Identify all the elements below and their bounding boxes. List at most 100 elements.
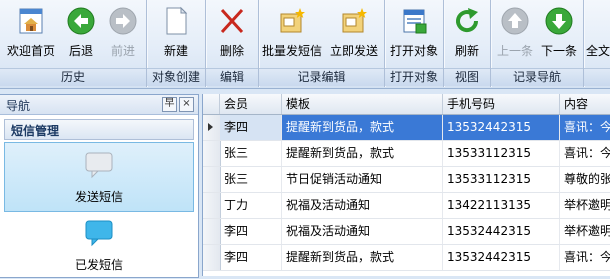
nav-item-send-sms[interactable]: 发送短信	[4, 142, 194, 212]
refresh-label: 刷新	[454, 44, 479, 58]
cell-phone[interactable]: 13533112315	[443, 167, 560, 192]
prev-record-button[interactable]: 上一条	[493, 4, 537, 66]
grid-header: 会员 模板 手机号码 内容	[203, 94, 610, 115]
column-header-member[interactable]: 会员	[220, 94, 282, 114]
row-header[interactable]	[203, 193, 221, 218]
column-header-content[interactable]: 内容	[560, 94, 610, 114]
cell-member[interactable]: 李四	[220, 245, 282, 270]
open-object-button[interactable]: 打开对象	[387, 4, 441, 66]
cell-member[interactable]: 丁力	[220, 193, 282, 218]
table-row[interactable]: 李四 提醒新到货品，款式 13532442315 喜讯：今	[203, 245, 610, 271]
next-record-label: 下一条	[540, 44, 577, 58]
new-button[interactable]: 新建	[149, 4, 203, 66]
group-record-edit: 批量发短信 立即发送 记录编辑	[259, 0, 385, 87]
cell-member[interactable]: 李四	[220, 219, 282, 244]
row-header[interactable]	[203, 219, 221, 244]
cell-content[interactable]: 举杯邀明	[560, 219, 610, 244]
group-view-label: 视图	[444, 68, 490, 86]
group-history-label: 历史	[0, 68, 146, 86]
cell-template[interactable]: 提醒新到货品，款式	[282, 115, 443, 140]
table-row[interactable]: 丁力 祝福及活动通知 13422113135 举杯邀明	[203, 193, 610, 219]
group-record-nav: 上一条 下一条 记录导航	[491, 0, 584, 87]
refresh-icon	[456, 8, 479, 33]
cell-template[interactable]: 提醒新到货品，款式	[282, 141, 443, 166]
refresh-button[interactable]: 刷新	[446, 4, 488, 66]
cell-content[interactable]: 喜讯：今	[560, 141, 610, 166]
next-record-button[interactable]: 下一条	[537, 4, 581, 66]
row-header-corner	[203, 94, 220, 114]
home-button[interactable]: 欢迎首页	[2, 4, 60, 66]
cell-template[interactable]: 祝福及活动通知	[282, 219, 443, 244]
new-label: 新建	[163, 44, 188, 58]
cell-content[interactable]: 喜讯：今	[560, 115, 610, 140]
nav-section-sms[interactable]: 短信管理	[4, 119, 194, 140]
home-page-icon	[19, 8, 43, 34]
send-now-button[interactable]: 立即发送	[325, 4, 383, 66]
group-edit: 删除 编辑	[206, 0, 259, 87]
navigation-pane: 导航 早 × 短信管理 发送短信 已发短信	[0, 94, 199, 278]
nav-title: 导航	[6, 99, 31, 113]
cell-member[interactable]: 张三	[220, 141, 282, 166]
arrow-right-icon	[109, 7, 137, 35]
cell-phone[interactable]: 13532442315	[443, 245, 560, 270]
row-header[interactable]	[203, 115, 221, 140]
cell-content[interactable]: 尊敬的张	[560, 167, 610, 192]
prev-record-label: 上一条	[496, 44, 533, 58]
open-object-label: 打开对象	[389, 44, 438, 58]
group-open-object: 打开对象 打开对象	[385, 0, 444, 87]
cell-phone[interactable]: 13533112315	[443, 141, 560, 166]
new-document-icon	[166, 6, 188, 35]
column-header-phone[interactable]: 手机号码	[443, 94, 560, 114]
cell-template[interactable]: 节日促销活动通知	[282, 167, 443, 192]
table-row[interactable]: 张三 节日促销活动通知 13533112315 尊敬的张	[203, 167, 610, 193]
cell-template[interactable]: 祝福及活动通知	[282, 193, 443, 218]
nav-section-label: 短信管理	[11, 124, 60, 138]
bulk-sms-label: 批量发短信	[261, 44, 322, 58]
group-create: 新建 对象创建	[147, 0, 206, 87]
cell-phone[interactable]: 13532442315	[443, 219, 560, 244]
column-header-template[interactable]: 模板	[282, 94, 443, 114]
forward-button[interactable]: 前进	[102, 4, 144, 66]
table-row[interactable]: 李四 祝福及活动通知 13532442315 举杯邀明	[203, 219, 610, 245]
group-fulltext-label	[584, 68, 610, 86]
bulk-message-icon	[280, 8, 305, 33]
group-open-object-label: 打开对象	[385, 68, 443, 86]
back-label: 后退	[68, 44, 93, 58]
home-label: 欢迎首页	[6, 44, 55, 58]
cell-template[interactable]: 提醒新到货品，款式	[282, 245, 443, 270]
row-header[interactable]	[203, 167, 221, 192]
row-header[interactable]	[203, 245, 221, 270]
row-header[interactable]	[203, 141, 221, 166]
chat-bubble-icon	[85, 220, 113, 247]
send-message-icon	[342, 8, 367, 33]
fulltext-button[interactable]: 全文	[586, 4, 610, 66]
chat-bubble-icon	[85, 152, 113, 179]
pin-button[interactable]: 早	[162, 97, 177, 112]
cell-member[interactable]: 李四	[220, 115, 282, 140]
back-button[interactable]: 后退	[60, 4, 102, 66]
cell-phone[interactable]: 13422113135	[443, 193, 560, 218]
group-create-label: 对象创建	[147, 68, 205, 86]
table-row[interactable]: 张三 提醒新到货品，款式 13533112315 喜讯：今	[203, 141, 610, 167]
cell-content[interactable]: 喜讯：今	[560, 245, 610, 270]
delete-label: 删除	[219, 44, 244, 58]
nav-item-sent-sms[interactable]: 已发短信	[4, 211, 194, 279]
group-edit-label: 编辑	[206, 68, 258, 86]
fulltext-label: 全文	[586, 44, 610, 58]
cell-content[interactable]: 举杯邀明	[560, 193, 610, 218]
close-pane-button[interactable]: ×	[179, 97, 194, 112]
group-fulltext: 全文	[584, 0, 610, 87]
cell-phone[interactable]: 13532442315	[443, 115, 560, 140]
send-now-label: 立即发送	[329, 44, 378, 58]
cell-member[interactable]: 张三	[220, 167, 282, 192]
open-object-icon	[403, 9, 427, 34]
forward-label: 前进	[110, 44, 135, 58]
table-row[interactable]: 李四 提醒新到货品，款式 13532442315 喜讯：今	[203, 115, 610, 141]
delete-button[interactable]: 删除	[208, 4, 256, 66]
arrow-up-icon	[501, 7, 529, 35]
ribbon-toolbar: 欢迎首页 后退 前进 历史 新建 对象创建 删除 编辑 批量发短信 立即发送 记…	[0, 0, 610, 89]
group-history: 欢迎首页 后退 前进 历史	[0, 0, 147, 87]
bulk-sms-button[interactable]: 批量发短信	[259, 4, 325, 66]
arrow-left-icon	[67, 7, 95, 35]
sms-grid: 会员 模板 手机号码 内容 李四 提醒新到货品，款式 13532442315 喜…	[202, 94, 610, 276]
